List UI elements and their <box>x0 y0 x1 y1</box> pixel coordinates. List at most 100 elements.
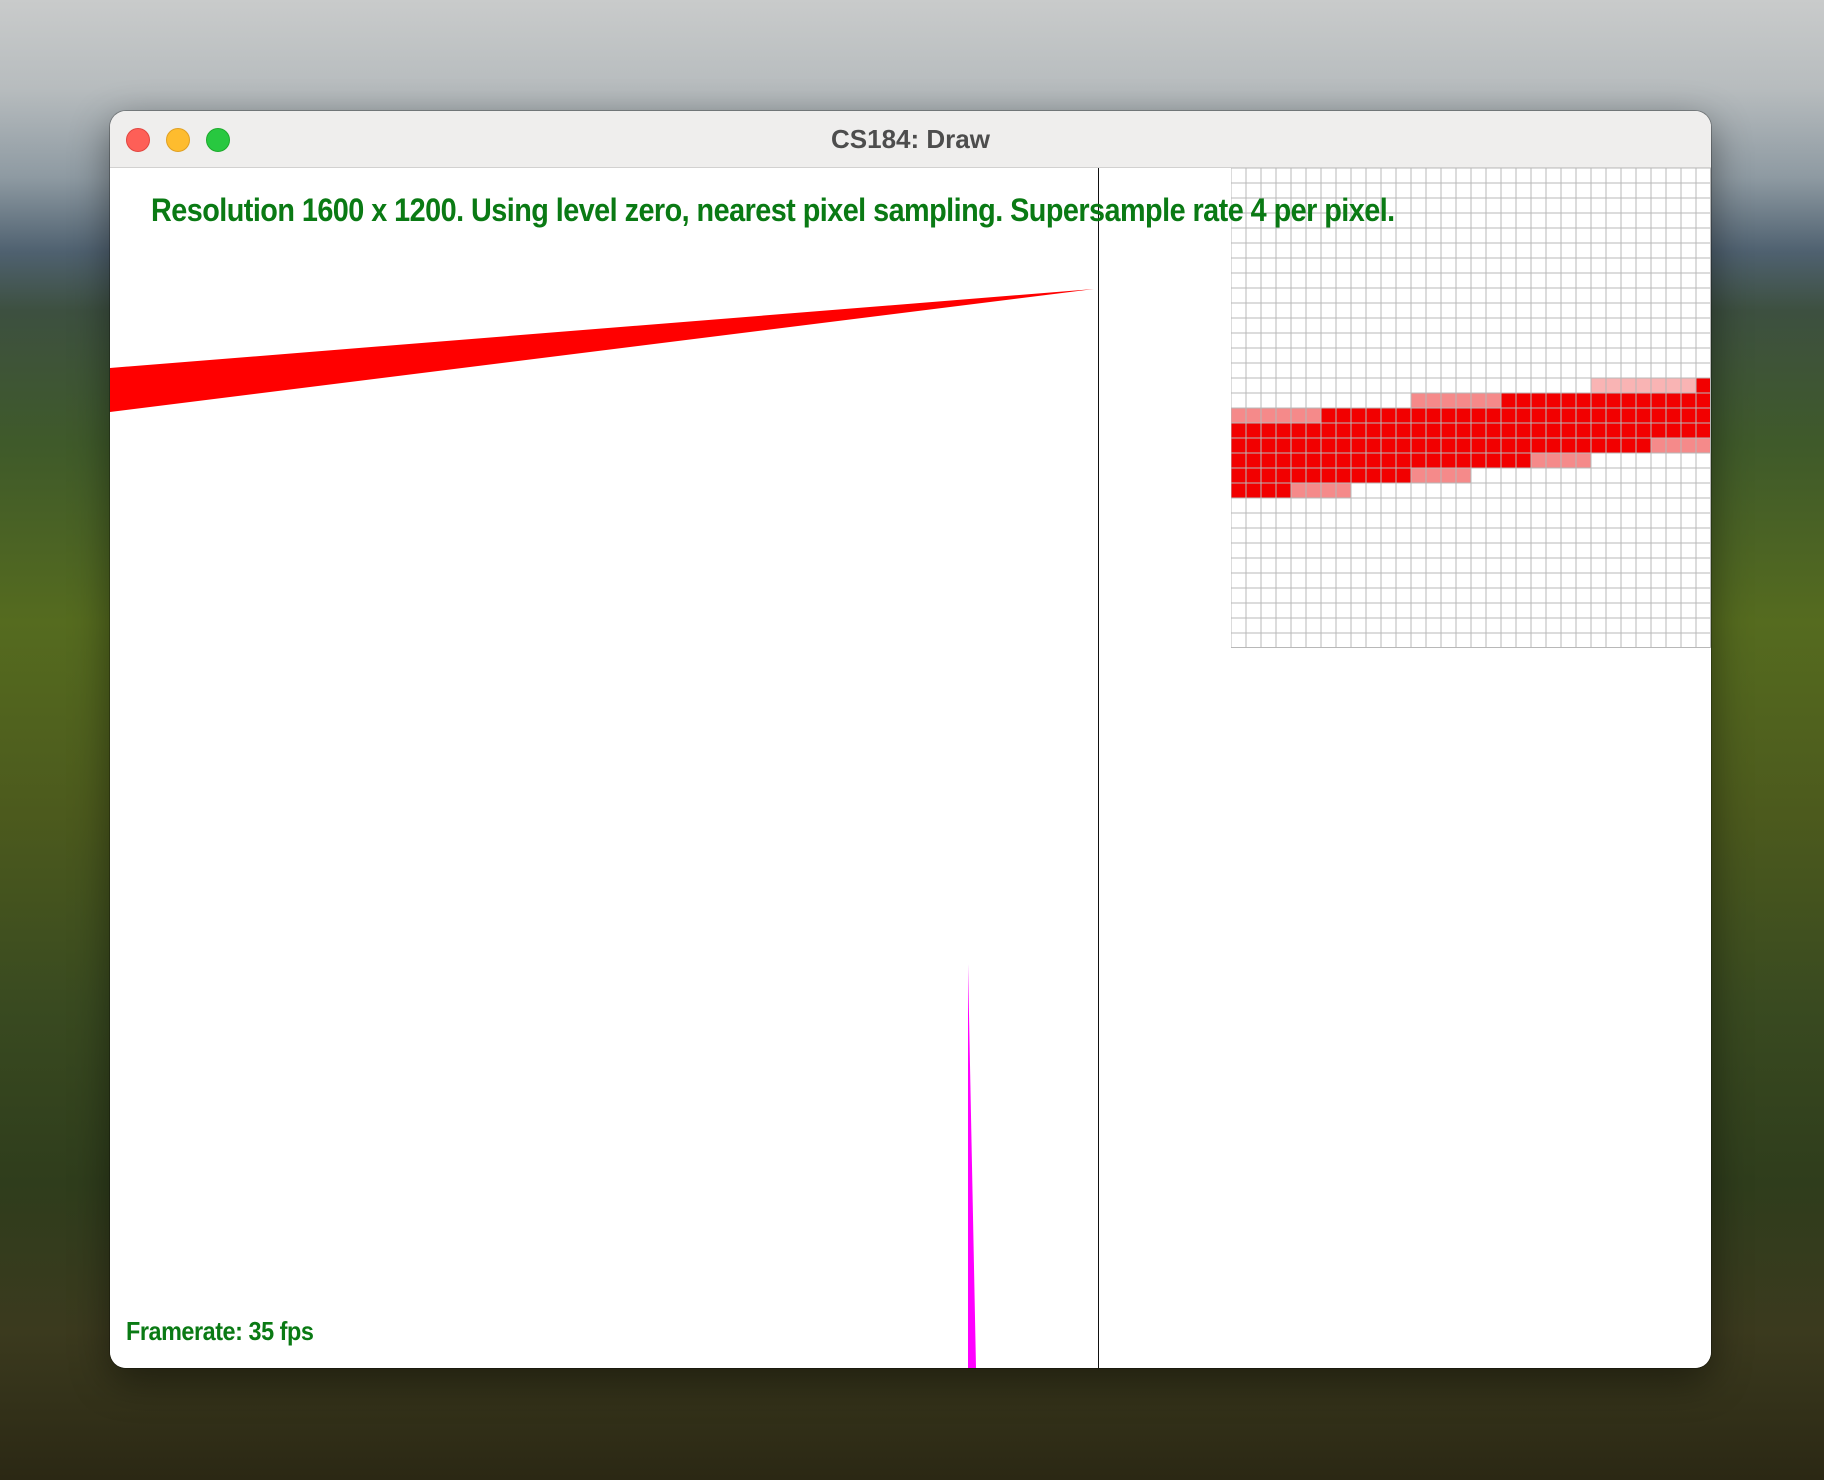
zoom-pixel-cell <box>1396 408 1411 423</box>
zoom-pixel-cell <box>1591 423 1606 438</box>
zoom-pixel-cell <box>1426 468 1441 483</box>
zoom-pixel-cell <box>1516 393 1531 408</box>
zoom-pixel-cell <box>1516 453 1531 468</box>
zoom-pixel-cell <box>1411 393 1426 408</box>
zoom-pixel-cell <box>1486 393 1501 408</box>
zoom-pixel-cell <box>1291 408 1306 423</box>
zoom-pixel-cell <box>1471 438 1486 453</box>
zoom-pixel-cell <box>1591 438 1606 453</box>
zoom-pixel-cell <box>1486 453 1501 468</box>
zoom-pixel-cell <box>1681 393 1696 408</box>
zoom-pixel-cell <box>1411 453 1426 468</box>
zoom-pixel-cell <box>1381 423 1396 438</box>
zoom-pixel-cell <box>1411 468 1426 483</box>
zoom-pixel-cell <box>1321 438 1336 453</box>
zoom-pixel-cell <box>1621 378 1636 393</box>
draw-canvas[interactable]: Resolution 1600 x 1200. Using level zero… <box>110 168 1711 1368</box>
zoom-pixel-cell <box>1336 483 1351 498</box>
view-divider <box>1098 168 1099 1368</box>
zoom-pixel-cell <box>1546 408 1561 423</box>
zoom-pixel-cell <box>1636 423 1651 438</box>
zoom-pixel-cell <box>1681 408 1696 423</box>
zoom-pixel-cell <box>1336 408 1351 423</box>
framerate-readout: Framerate: 35 fps <box>126 1316 314 1346</box>
app-window[interactable]: CS184: Draw Resolution 1600 x 1200. Usin… <box>110 111 1711 1368</box>
zoom-pixel-cell <box>1471 393 1486 408</box>
zoom-pixel-cell <box>1261 453 1276 468</box>
zoom-pixel-cell <box>1366 438 1381 453</box>
zoom-pixel-cell <box>1441 423 1456 438</box>
zoom-pixel-cell <box>1291 453 1306 468</box>
zoom-pixel-cell <box>1666 423 1681 438</box>
zoom-pixel-cell <box>1696 378 1711 393</box>
zoom-pixel-cell <box>1441 453 1456 468</box>
zoom-pixel-cell <box>1621 423 1636 438</box>
zoom-pixel-cell <box>1381 468 1396 483</box>
zoom-pixel-cell <box>1366 408 1381 423</box>
zoom-pixel-cell <box>1441 408 1456 423</box>
zoom-pixel-cell <box>1486 438 1501 453</box>
zoom-pixel-cell <box>1411 438 1426 453</box>
zoom-pixel-cell <box>1306 483 1321 498</box>
zoom-pixel-cell <box>1606 408 1621 423</box>
zoom-pixel-cell <box>1576 408 1591 423</box>
zoom-pixel-cell <box>1456 408 1471 423</box>
zoom-pixel-cell <box>1321 453 1336 468</box>
zoom-pixel-cell <box>1276 468 1291 483</box>
zoom-pixel-cell <box>1501 423 1516 438</box>
zoom-pixel-cell <box>1651 408 1666 423</box>
zoom-pixel-cell <box>1231 423 1246 438</box>
zoom-pixel-cell <box>1666 438 1681 453</box>
zoom-pixel-cell <box>1651 438 1666 453</box>
zoom-pixel-cell <box>1336 423 1351 438</box>
zoom-pixel-cell <box>1681 423 1696 438</box>
zoom-pixel-cell <box>1291 438 1306 453</box>
zoom-pixel-cell <box>1696 393 1711 408</box>
zoom-pixel-cell <box>1351 423 1366 438</box>
zoom-pixel-cell <box>1246 468 1261 483</box>
zoom-pixel-cell <box>1621 438 1636 453</box>
zoom-pixel-cell <box>1516 408 1531 423</box>
zoom-pixel-cell <box>1381 438 1396 453</box>
zoom-pixel-cell <box>1321 468 1336 483</box>
zoom-pixel-cell <box>1396 423 1411 438</box>
zoom-pixel-cell <box>1306 438 1321 453</box>
zoom-pixel-cell <box>1396 453 1411 468</box>
zoom-pixel-cell <box>1456 453 1471 468</box>
zoom-pixel-cell <box>1231 468 1246 483</box>
zoom-pixel-cell <box>1576 393 1591 408</box>
zoom-pixel-cell <box>1471 423 1486 438</box>
zoom-pixel-cell <box>1561 423 1576 438</box>
zoom-pixel-cell <box>1261 468 1276 483</box>
zoom-pixel-cell <box>1456 438 1471 453</box>
zoom-pixel-cell <box>1306 423 1321 438</box>
zoom-pixel-cell <box>1261 483 1276 498</box>
zoom-pixel-cell <box>1531 453 1546 468</box>
zoom-pixel-cell <box>1681 378 1696 393</box>
zoom-pixel-cell <box>1696 408 1711 423</box>
zoom-pixel-cell <box>1426 408 1441 423</box>
zoom-pixel-cell <box>1576 423 1591 438</box>
desktop-background: CS184: Draw Resolution 1600 x 1200. Usin… <box>0 0 1824 1480</box>
zoom-pixel-cell <box>1321 423 1336 438</box>
zoom-pixel-cell <box>1351 468 1366 483</box>
zoom-pixel-cell <box>1636 438 1651 453</box>
zoom-pixel-cell <box>1396 438 1411 453</box>
zoom-pixel-cell <box>1561 408 1576 423</box>
zoom-pixel-cell <box>1501 438 1516 453</box>
zoom-pixel-cell <box>1561 453 1576 468</box>
zoom-pixel-cell <box>1531 408 1546 423</box>
zoom-pixel-cell <box>1306 408 1321 423</box>
zoom-pixel-cell <box>1576 438 1591 453</box>
zoom-pixel-cell <box>1606 378 1621 393</box>
window-title: CS184: Draw <box>831 124 990 154</box>
zoom-pixel-cell <box>1651 378 1666 393</box>
zoom-pixel-cell <box>1411 408 1426 423</box>
zoom-pixel-cell <box>1606 438 1621 453</box>
zoom-pixel-cell <box>1516 438 1531 453</box>
title-bar[interactable]: CS184: Draw <box>110 111 1711 168</box>
zoom-pixel-cell <box>1276 483 1291 498</box>
zoom-pixel-cell <box>1456 393 1471 408</box>
zoom-pixel-cell <box>1666 393 1681 408</box>
zoom-pixel-cell <box>1606 393 1621 408</box>
